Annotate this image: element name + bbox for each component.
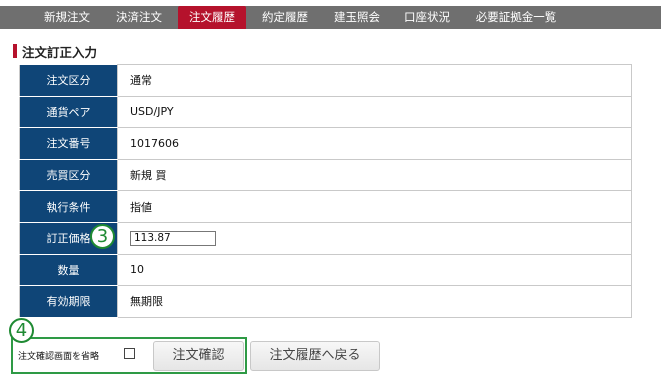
order-type-label: 注文区分 bbox=[19, 64, 118, 97]
nav-tab-margin-list[interactable]: 必要証拠金一覧 bbox=[470, 6, 562, 29]
table-row: 通貨ペア USD/JPY bbox=[19, 95, 632, 129]
skip-confirm-label: 注文確認画面を省略 bbox=[18, 352, 100, 362]
quantity-label: 数量 bbox=[19, 253, 118, 287]
currency-pair-label: 通貨ペア bbox=[19, 95, 118, 129]
nav-tab-order-history[interactable]: 注文履歴 bbox=[178, 6, 246, 29]
quantity-value: 10 bbox=[117, 253, 632, 287]
expiry-label: 有効期限 bbox=[19, 285, 118, 318]
order-number-value: 1017606 bbox=[117, 127, 632, 160]
expiry-value: 無期限 bbox=[117, 285, 632, 318]
page-title: 注文訂正入力 bbox=[22, 44, 98, 60]
table-row: 注文区分 通常 bbox=[19, 64, 632, 97]
top-nav: 新規注文 決済注文 注文履歴 約定履歴 建玉照会 口座状況 必要証拠金一覧 bbox=[0, 0, 661, 32]
section-heading: 注文訂正入力 bbox=[13, 43, 98, 60]
table-row: 執行条件 指値 bbox=[19, 190, 632, 223]
nav-tab-settlement-order[interactable]: 決済注文 bbox=[106, 6, 172, 29]
order-modify-table: 注文区分 通常 通貨ペア USD/JPY 注文番号 1017606 売買区分 新… bbox=[19, 64, 632, 318]
execution-condition-label: 執行条件 bbox=[19, 190, 118, 223]
table-row: 有効期限 無期限 bbox=[19, 285, 632, 318]
annotation-badge-3: 3 bbox=[90, 224, 115, 249]
heading-marker bbox=[13, 44, 17, 58]
table-row: 売買区分 新規 買 bbox=[19, 158, 632, 192]
modify-price-input[interactable] bbox=[130, 230, 216, 246]
back-to-history-button[interactable]: 注文履歴へ戻る bbox=[250, 341, 380, 371]
order-number-label: 注文番号 bbox=[19, 127, 118, 160]
nav-tab-position-inquiry[interactable]: 建玉照会 bbox=[324, 6, 390, 29]
table-row: 数量 10 bbox=[19, 253, 632, 287]
annotation-badge-4: 4 bbox=[9, 318, 34, 343]
nav-tab-new-order[interactable]: 新規注文 bbox=[34, 6, 100, 29]
modify-price-cell bbox=[117, 221, 632, 255]
table-row: 注文番号 1017606 bbox=[19, 127, 632, 160]
nav-tab-account-status[interactable]: 口座状況 bbox=[394, 6, 460, 29]
trade-side-value: 新規 買 bbox=[117, 158, 632, 192]
execution-condition-value: 指値 bbox=[117, 190, 632, 223]
order-confirm-button[interactable]: 注文確認 bbox=[153, 341, 244, 371]
order-type-value: 通常 bbox=[117, 64, 632, 97]
currency-pair-value: USD/JPY bbox=[117, 95, 632, 129]
nav-tab-execution-history[interactable]: 約定履歴 bbox=[252, 6, 318, 29]
trade-side-label: 売買区分 bbox=[19, 158, 118, 192]
skip-confirm-checkbox[interactable] bbox=[124, 348, 135, 359]
